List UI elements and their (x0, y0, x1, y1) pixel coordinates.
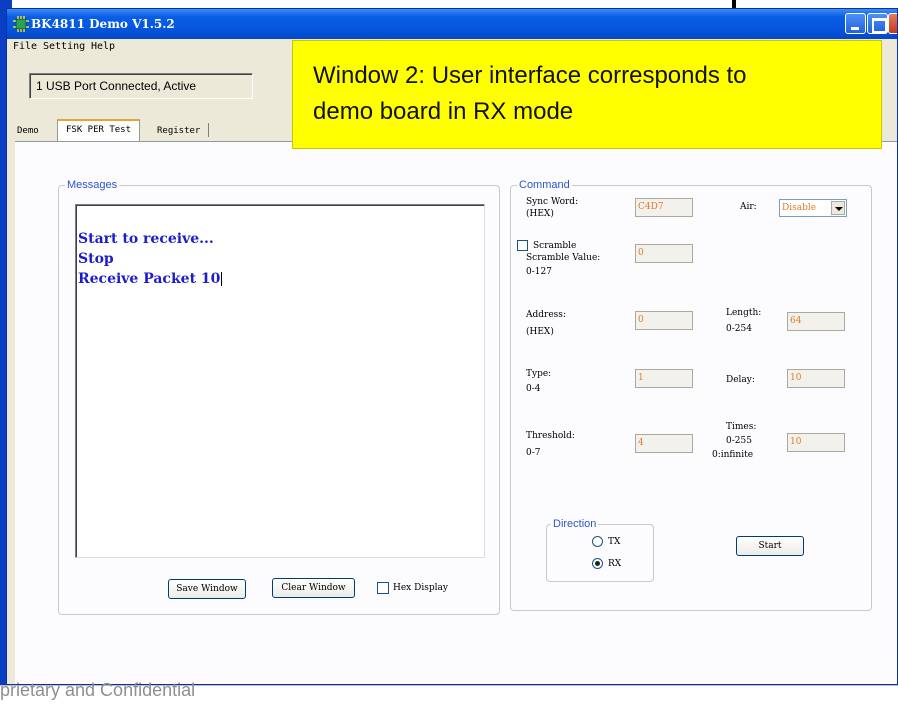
air-label: Air: (740, 202, 757, 212)
sync-word-unit: (HEX) (526, 209, 554, 219)
direction-group-label: Direction (551, 518, 599, 530)
sync-word-label: Sync Word: (526, 197, 579, 207)
length-field[interactable]: 64 (787, 312, 845, 331)
delay-label: Delay: (726, 375, 755, 385)
message-line: Stop (78, 251, 114, 267)
text-caret (221, 272, 223, 286)
threshold-range: 0-7 (526, 448, 541, 458)
annotation-callout: Window 2: User interface corresponds to … (292, 40, 882, 149)
times-note: 0:infinite (712, 450, 754, 460)
scramble-checkbox[interactable] (517, 240, 528, 251)
close-button[interactable] (888, 13, 897, 34)
length-label: Length: (726, 308, 762, 318)
direction-group: Direction TX RX (546, 518, 654, 582)
chevron-down-icon[interactable] (831, 201, 845, 215)
app-chip-icon (13, 16, 29, 32)
times-field[interactable]: 10 (787, 433, 845, 452)
scramble-value-field[interactable]: 0 (635, 244, 693, 263)
save-window-button[interactable]: Save Window (168, 579, 246, 599)
tx-label: TX (608, 537, 621, 547)
menu-help[interactable]: Help (91, 41, 115, 52)
start-button[interactable]: Start (736, 536, 804, 556)
annotation-line: Window 2: User interface corresponds to (313, 62, 747, 89)
hex-display-checkbox[interactable] (377, 582, 389, 594)
footer-confidential-text: prietary and Confidential (0, 680, 196, 700)
sync-word-field[interactable]: C4D7 (635, 198, 693, 217)
minimize-button[interactable] (845, 13, 866, 34)
times-range: 0-255 (726, 436, 752, 446)
tab-demo[interactable]: Demo (17, 123, 39, 136)
annotation-line: demo board in RX mode (313, 98, 574, 125)
address-unit: (HEX) (526, 327, 554, 337)
times-label: Times: (726, 422, 757, 432)
delay-field[interactable]: 10 (787, 369, 845, 388)
message-log[interactable]: Start to receive... Stop Receive Packet … (75, 204, 485, 558)
menu-file[interactable]: File (13, 41, 37, 52)
air-select[interactable]: Disable (779, 199, 847, 217)
scramble-value-label: Scramble Value: (526, 253, 601, 263)
clear-window-button[interactable]: Clear Window (272, 578, 355, 598)
air-select-value: Disable (782, 203, 817, 213)
connection-status: 1 USB Port Connected, Active (29, 73, 253, 99)
command-group: Command Sync Word: (HEX) C4D7 Air: Disab… (510, 179, 872, 611)
type-label: Type: (526, 369, 552, 379)
tab-fsk-per-test[interactable]: FSK PER Test (57, 119, 141, 141)
fsk-per-test-panel: Messages Start to receive... Stop Receiv… (15, 141, 897, 684)
threshold-field[interactable]: 4 (635, 434, 693, 453)
menu-setting[interactable]: Setting (43, 41, 85, 52)
address-field[interactable]: 0 (635, 311, 693, 330)
tab-register[interactable]: Register (157, 123, 210, 137)
threshold-label: Threshold: (526, 431, 575, 441)
rx-label: RX (608, 559, 622, 569)
message-line: Start to receive... (78, 231, 214, 247)
maximize-button[interactable] (867, 13, 888, 34)
window-title: BK4811 Demo V1.5.2 (31, 17, 175, 31)
background-window-edge (732, 0, 898, 8)
scramble-label: Scramble (533, 241, 577, 251)
messages-group: Messages Start to receive... Stop Receiv… (58, 179, 500, 615)
hex-display-label: Hex Display (393, 583, 448, 593)
scramble-range: 0-127 (526, 267, 552, 277)
rx-radio[interactable] (592, 558, 603, 569)
length-range: 0-254 (726, 324, 752, 334)
message-line: Receive Packet 10 (78, 271, 223, 287)
type-range: 0-4 (526, 384, 541, 394)
command-group-label: Command (517, 179, 572, 191)
tx-radio[interactable] (592, 536, 603, 547)
messages-group-label: Messages (65, 179, 120, 191)
type-field[interactable]: 1 (635, 369, 693, 388)
address-label: Address: (526, 310, 566, 320)
title-bar[interactable]: BK4811 Demo V1.5.2 (7, 9, 897, 39)
